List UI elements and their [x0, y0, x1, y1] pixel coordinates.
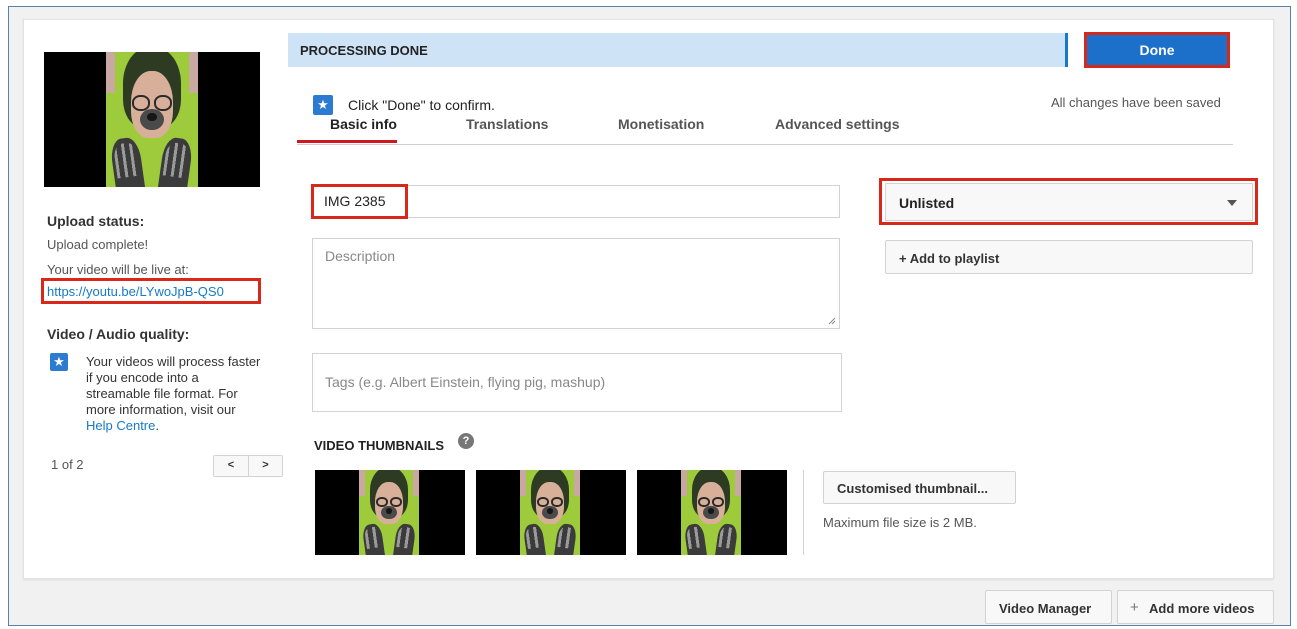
help-circle-icon[interactable]: ?: [458, 433, 474, 449]
tab-monetisation[interactable]: Monetisation: [618, 116, 704, 132]
video-url-link[interactable]: https://youtu.be/LYwoJpB-QS0: [47, 284, 224, 299]
tabs-divider: [297, 144, 1233, 145]
video-manager-button[interactable]: Video Manager: [985, 590, 1112, 624]
video-preview[interactable]: [44, 52, 260, 187]
thumbnails-heading-text: VIDEO THUMBNAILS: [314, 438, 444, 453]
tab-basic-info[interactable]: Basic info: [330, 116, 397, 132]
tab-translations[interactable]: Translations: [466, 116, 548, 132]
title-value: IMG 2385: [324, 193, 386, 209]
plus-icon: +: [1130, 599, 1139, 616]
add-more-videos-label: Add more videos: [1149, 601, 1255, 616]
saved-status: All changes have been saved: [1051, 95, 1221, 110]
description-field[interactable]: Description: [312, 238, 840, 329]
upload-complete-text: Upload complete!: [47, 237, 149, 252]
customised-thumbnail-label: Customised thumbnail...: [837, 481, 988, 496]
quality-tip: Your videos will process faster if you e…: [86, 354, 262, 434]
live-at-label: Your video will be live at:: [47, 262, 189, 277]
add-to-playlist-label: + Add to playlist: [899, 251, 1000, 266]
upload-status-heading: Upload status:: [47, 213, 145, 229]
confirm-text: Click "Done" to confirm.: [348, 97, 495, 113]
active-tab-indicator: [297, 140, 397, 143]
quality-heading: Video / Audio quality:: [47, 326, 190, 342]
thumbnail-2[interactable]: [476, 470, 626, 555]
next-button[interactable]: >: [248, 456, 282, 476]
privacy-highlight: [879, 178, 1258, 225]
star-icon: ★: [313, 95, 333, 115]
add-more-videos-button[interactable]: + Add more videos: [1117, 590, 1274, 624]
tab-advanced-settings[interactable]: Advanced settings: [775, 116, 899, 132]
processing-text: PROCESSING DONE: [300, 43, 428, 58]
quality-tip-period: .: [155, 418, 159, 433]
thumbnail-1[interactable]: [315, 470, 465, 555]
tags-placeholder: Tags (e.g. Albert Einstein, flying pig, …: [325, 374, 606, 390]
add-to-playlist-button[interactable]: + Add to playlist: [885, 240, 1253, 274]
pager-buttons: < >: [213, 455, 283, 477]
prev-button[interactable]: <: [214, 456, 248, 476]
thumbnails-heading: VIDEO THUMBNAILS: [314, 438, 444, 453]
description-placeholder: Description: [325, 248, 396, 264]
done-button[interactable]: Done: [1084, 32, 1230, 68]
thumbnail-3[interactable]: [637, 470, 787, 555]
processing-banner: PROCESSING DONE: [288, 33, 1068, 67]
quality-tip-text: Your videos will process faster if you e…: [86, 354, 261, 417]
resize-handle-icon: [828, 317, 836, 325]
help-centre-link[interactable]: Help Centre: [86, 418, 155, 433]
star-icon: ★: [50, 353, 68, 371]
video-manager-label: Video Manager: [999, 601, 1092, 616]
pager-count: 1 of 2: [51, 457, 84, 472]
tags-field[interactable]: Tags (e.g. Albert Einstein, flying pig, …: [312, 353, 842, 412]
customised-thumbnail-button[interactable]: Customised thumbnail...: [823, 471, 1016, 504]
thumbnails-divider: [803, 470, 804, 555]
max-file-size-text: Maximum file size is 2 MB.: [823, 515, 977, 530]
